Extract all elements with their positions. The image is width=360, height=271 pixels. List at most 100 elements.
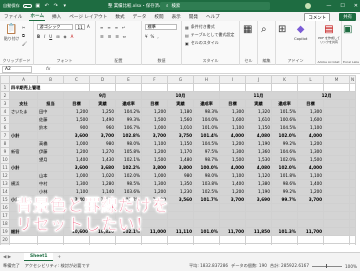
column-title-cell[interactable]: 達成率 [115,99,142,108]
data-cell[interactable]: 1,020 [89,171,116,180]
column-header[interactable]: N [348,75,357,84]
data-cell[interactable]: 980 [89,139,116,148]
cell[interactable] [348,83,357,92]
data-cell[interactable]: 1,180 [167,107,194,116]
data-cell[interactable] [219,211,246,220]
row-header[interactable]: 10 [0,155,10,164]
cell[interactable] [348,139,357,148]
cell[interactable] [9,91,38,100]
cell[interactable] [323,155,350,164]
column-title-cell[interactable]: 実績 [167,99,194,108]
cell[interactable] [348,179,357,188]
data-cell[interactable]: 1,190 [245,139,272,148]
column-header[interactable]: B [37,75,64,84]
zoom-slider[interactable] [312,264,343,268]
data-cell[interactable]: 1,380 [245,179,272,188]
data-cell[interactable]: 1,500 [63,115,90,124]
data-cell[interactable]: 980 [167,171,194,180]
tab-page-layout[interactable]: ページ レイアウト [68,14,108,22]
save-icon[interactable]: ▣ [35,3,41,9]
column-title-cell[interactable]: 実績 [89,99,116,108]
close-icon[interactable]: ✕ [354,3,358,9]
cell[interactable] [323,195,350,204]
data-cell[interactable]: 小林 [37,187,64,196]
data-cell[interactable] [193,203,220,212]
data-cell[interactable] [245,203,272,212]
data-cell[interactable] [219,219,246,228]
cell[interactable] [297,83,324,92]
data-cell[interactable]: 99.3% [115,115,142,124]
row-header[interactable]: 4 [0,107,10,116]
data-cell[interactable]: 99.7% [271,195,298,204]
zoom-level[interactable]: 100% [345,264,357,269]
data-cell[interactable]: 1,190 [245,187,272,196]
addin-button[interactable]: ⊞ [278,24,286,36]
cell[interactable] [323,203,350,212]
data-cell[interactable]: 105.8% [115,147,142,156]
data-cell[interactable]: 98.6% [271,179,298,188]
share-button[interactable]: 共有 [339,13,356,21]
month-header-cell[interactable]: 10月 [141,91,220,100]
cell[interactable] [323,171,350,180]
data-cell[interactable]: 1,500 [219,155,246,164]
row-header[interactable]: 9 [0,147,10,156]
tab-view[interactable]: 表示 [171,14,182,22]
month-header-cell[interactable]: 11月 [219,91,298,100]
font-color-icon[interactable]: A [71,34,74,39]
align-right-icon[interactable]: ☰ [115,34,119,39]
sheet-nav-icon[interactable]: ◀ ▶ [0,255,24,260]
data-cell[interactable]: 104.5% [193,139,220,148]
column-header[interactable]: J [245,75,272,84]
border-icon[interactable]: ⊞ [56,34,59,39]
data-cell[interactable]: 101.0% [193,123,220,132]
data-cell[interactable]: 1,200 [141,107,168,116]
data-cell[interactable]: 4,000 [219,163,246,172]
data-cell[interactable]: 1,400 [63,155,90,164]
data-cell[interactable]: さいたま [9,107,38,116]
tab-help[interactable]: ヘルプ [205,14,221,22]
data-cell[interactable]: 102.1% [115,155,142,164]
data-cell[interactable]: 新宿 [9,147,38,156]
cell[interactable] [323,235,350,244]
data-cell[interactable]: 1,000 [141,171,168,180]
data-cell[interactable]: 102.8% [115,131,142,140]
row-header[interactable]: 17 [0,211,10,220]
cell[interactable] [167,243,194,245]
name-box[interactable]: A2 [2,65,32,73]
data-cell[interactable]: 1,200 [297,139,324,148]
data-cell[interactable] [193,219,220,228]
data-cell[interactable]: 1,270 [89,147,116,156]
cell-style-button[interactable]: ▣ セルのスタイル [185,40,219,46]
row-header[interactable]: 6 [0,123,10,132]
align-top-icon[interactable]: ≡ [100,25,103,30]
data-cell[interactable]: 1,100 [141,139,168,148]
cell[interactable] [141,243,168,245]
cell[interactable] [348,211,357,220]
row-header[interactable]: 7 [0,131,10,140]
align-left-icon[interactable]: ☰ [100,34,104,39]
align-center-icon[interactable]: ☰ [108,34,112,39]
tab-review[interactable]: 校閲 [153,14,164,22]
data-cell[interactable]: 1,150 [167,139,194,148]
copy-icon[interactable]: ⧉ [22,33,25,38]
data-cell[interactable]: 1,350 [167,179,194,188]
data-cell[interactable]: 1,300 [141,179,168,188]
cell[interactable] [63,235,90,244]
data-cell[interactable]: 横浜 [9,179,38,188]
cut-icon[interactable]: ✂ [22,25,25,30]
row-header[interactable]: 16 [0,203,10,212]
data-cell[interactable]: 望月 [37,155,64,164]
cell[interactable] [348,147,357,156]
search-input[interactable]: ⌕ 検索 [160,2,270,10]
cell[interactable] [323,107,350,116]
cell[interactable] [348,115,357,124]
data-cell[interactable]: 960 [89,123,116,132]
bold-icon[interactable]: B [37,34,40,39]
cell[interactable] [348,219,357,228]
align-bottom-icon[interactable]: ≡ [115,25,118,30]
data-cell[interactable]: 102.0% [271,131,298,140]
data-cell[interactable]: 1,100 [63,187,90,196]
row-header[interactable]: 3 [0,99,10,108]
cell[interactable] [348,163,357,172]
data-cell[interactable]: 1,100 [219,171,246,180]
